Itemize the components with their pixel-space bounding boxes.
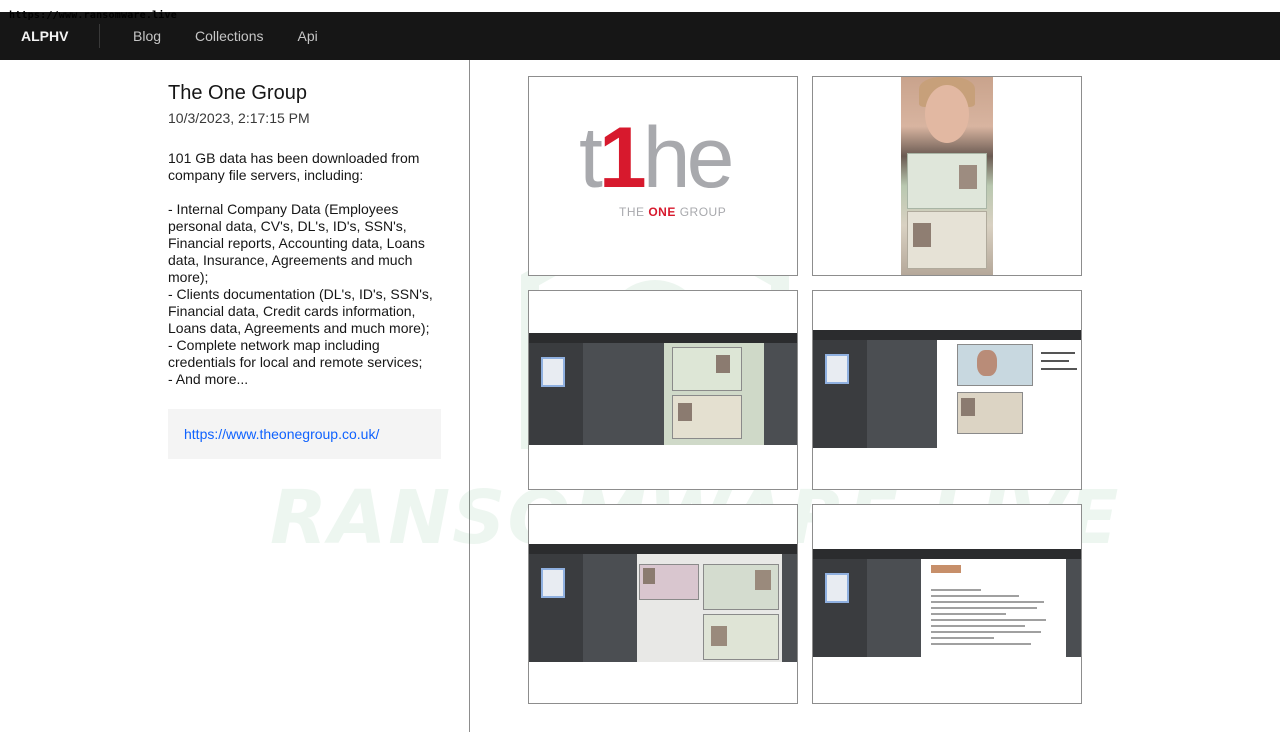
top-navigation-bar: ALPHV Blog Collections Api	[0, 12, 1280, 60]
gallery-image-letter-viewer[interactable]	[812, 504, 1082, 704]
document-viewer-screenshot	[529, 333, 797, 445]
watermark-url: https://www.ransomware.live	[9, 10, 177, 21]
post-details-pane: The One Group 10/3/2023, 2:17:15 PM 101 …	[0, 60, 470, 732]
gallery-image-passport-viewer[interactable]	[528, 290, 798, 490]
document-viewer-screenshot	[813, 549, 1081, 657]
nav-item-api[interactable]: Api	[281, 12, 335, 60]
victim-website-box: https://www.theonegroup.co.uk/	[168, 409, 441, 459]
post-title: The One Group	[168, 82, 307, 104]
post-description: 101 GB data has been downloaded from com…	[168, 150, 433, 387]
document-viewer-screenshot	[813, 330, 1081, 448]
gallery-image-company-logo[interactable]: t1he THE ONE GROUP	[528, 76, 798, 276]
brand-name[interactable]: ALPHV	[0, 24, 100, 48]
document-viewer-screenshot	[529, 544, 797, 662]
gallery-image-selfie-passport[interactable]	[812, 76, 1082, 276]
company-logo: t1he THE ONE GROUP	[579, 110, 734, 219]
selfie-photo	[901, 77, 993, 275]
nav-item-collections[interactable]: Collections	[178, 12, 280, 60]
gallery-image-id-viewer[interactable]	[812, 290, 1082, 490]
post-timestamp: 10/3/2023, 2:17:15 PM	[168, 110, 310, 126]
gallery-image-passport-license-viewer[interactable]	[528, 504, 798, 704]
victim-website-link[interactable]: https://www.theonegroup.co.uk/	[184, 426, 379, 442]
